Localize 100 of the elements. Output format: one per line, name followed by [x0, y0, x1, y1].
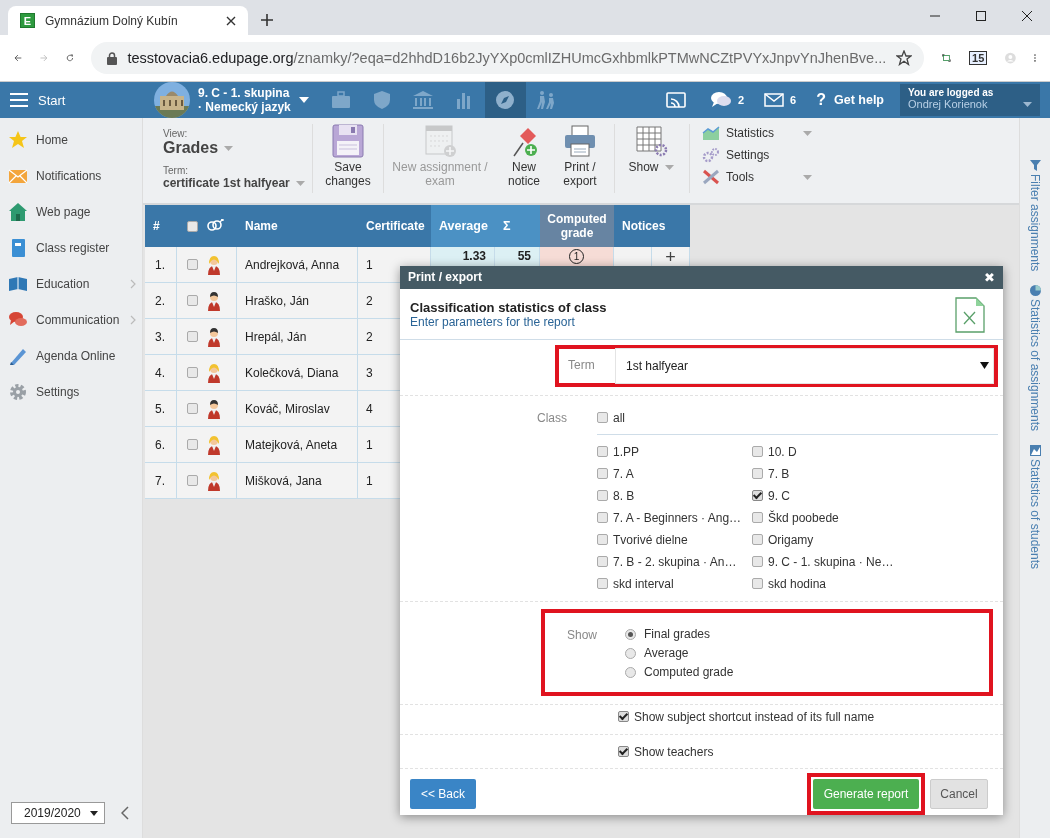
student-name[interactable]: Kolečková, Diana: [237, 355, 358, 391]
close-button[interactable]: ✖: [984, 269, 995, 285]
class-selector[interactable]: 9. C - 1. skupina · Nemecký jazyk: [198, 82, 309, 118]
column-header[interactable]: Computed grade: [540, 205, 614, 247]
student-name[interactable]: Hraško, Ján: [237, 283, 358, 319]
checkbox[interactable]: [187, 403, 198, 414]
side-panel-tab[interactable]: Statistics of students: [1028, 445, 1042, 570]
user-menu[interactable]: You are logged as Ondrej Korienok: [900, 84, 1040, 116]
checkbox[interactable]: [597, 534, 608, 545]
pin-tool-button[interactable]: New notice: [496, 124, 552, 203]
address-field[interactable]: tesstovacia6.edupage.org/znamky/?eqa=d2hhdD16b2JyYXp0cmlIZHUmcGxhbmlkPTMwNCZtPVYxJnpvYnJhenBve...: [91, 42, 925, 74]
checkbox[interactable]: [618, 711, 629, 722]
checkbox[interactable]: [187, 439, 198, 450]
calendar-icon: [422, 124, 458, 158]
login-caption: You are logged as: [908, 87, 995, 98]
option-label: 9. C: [768, 488, 790, 503]
gears-icon: [702, 147, 720, 163]
toolbar-menu-item[interactable]: Statistics: [702, 124, 812, 142]
checkbox[interactable]: [752, 468, 763, 479]
sidebar-item[interactable]: Communication: [0, 302, 142, 338]
sidebar-item[interactable]: Class register: [0, 230, 142, 266]
tools-icon: [702, 169, 720, 185]
checkbox[interactable]: [597, 468, 608, 479]
sidebar-item[interactable]: Home: [0, 122, 142, 158]
sidebar-item[interactable]: Web page: [0, 194, 142, 230]
printer-tool-button[interactable]: Print / export: [552, 124, 615, 193]
maximize-icon[interactable]: [975, 10, 987, 22]
messages-button[interactable]: 2: [699, 82, 755, 118]
sidebar-item[interactable]: Education: [0, 266, 142, 302]
checkbox[interactable]: [752, 556, 763, 567]
sidebar-item[interactable]: Agenda Online: [0, 338, 142, 374]
user-name: Ondrej Korienok: [908, 98, 988, 110]
mail-button[interactable]: 6: [754, 82, 807, 118]
student-name[interactable]: Matejková, Aneta: [237, 427, 358, 463]
option-label: 7. A - Beginners · Ang…: [613, 510, 742, 525]
column-header[interactable]: Certificate: [358, 205, 431, 247]
caret-icon: [90, 810, 98, 816]
star-icon[interactable]: [896, 50, 913, 66]
checkbox[interactable]: [187, 259, 198, 270]
checkbox[interactable]: [597, 490, 608, 501]
term-dropdown[interactable]: 1st halfyear: [615, 347, 994, 384]
checkbox[interactable]: [752, 446, 763, 457]
checkbox[interactable]: [597, 556, 608, 567]
checkbox[interactable]: [187, 295, 198, 306]
column-header[interactable]: Name: [237, 205, 358, 247]
floppy-tool-button[interactable]: Save changes: [313, 124, 384, 193]
grid-tool-button[interactable]: Show: [615, 124, 690, 193]
row-number: 6.: [145, 427, 177, 463]
row-number: 3.: [145, 319, 177, 355]
close-icon[interactable]: [1021, 10, 1033, 22]
checkbox[interactable]: [597, 578, 608, 589]
sidebar-item[interactable]: Settings: [0, 374, 142, 410]
term-select[interactable]: certificate 1st halfyear: [163, 176, 312, 190]
view-select[interactable]: Grades: [163, 139, 312, 157]
checkbox[interactable]: [597, 412, 608, 423]
checkbox[interactable]: [752, 534, 763, 545]
toolbar-menu-item[interactable]: Settings: [702, 146, 812, 164]
caret-icon: [980, 362, 989, 369]
student-name[interactable]: Mišková, Jana: [237, 463, 358, 499]
student-name[interactable]: Hrepál, Ján: [237, 319, 358, 355]
add-notice-button[interactable]: +: [665, 249, 676, 265]
checkbox[interactable]: [187, 331, 198, 342]
radio-button[interactable]: [625, 666, 636, 678]
student-name[interactable]: Kováč, Miroslav: [237, 391, 358, 427]
compass-icon[interactable]: [484, 82, 526, 118]
checkbox[interactable]: [752, 578, 763, 589]
checkbox[interactable]: [752, 512, 763, 523]
pen-icon: [8, 346, 28, 366]
collapse-icon[interactable]: [121, 806, 129, 820]
option-label: all: [613, 410, 625, 425]
side-panel-tab[interactable]: Filter assignments: [1028, 160, 1042, 272]
column-header[interactable]: Notices: [614, 205, 690, 247]
checkbox[interactable]: [187, 475, 198, 486]
year-select[interactable]: 2019/2020: [11, 802, 105, 824]
start-button[interactable]: Start: [0, 82, 140, 118]
radio-button[interactable]: [625, 647, 636, 659]
checkbox[interactable]: [752, 490, 763, 501]
checkbox[interactable]: [187, 367, 198, 378]
column-header[interactable]: #: [145, 205, 177, 247]
back-button[interactable]: << Back: [410, 779, 476, 809]
student-name[interactable]: Andrejková, Anna: [237, 247, 358, 283]
radio-button[interactable]: [625, 628, 636, 640]
close-icon[interactable]: [226, 15, 236, 26]
plus-icon[interactable]: [260, 13, 274, 27]
option-label: 8. B: [613, 488, 635, 503]
calendar-extension[interactable]: 15: [969, 51, 988, 65]
toolbar-menu-item[interactable]: Tools: [702, 168, 812, 186]
caret-icon: [224, 145, 234, 151]
checkbox[interactable]: [597, 512, 608, 523]
cast-icon[interactable]: [665, 92, 686, 108]
checkbox[interactable]: [618, 746, 629, 757]
help-button[interactable]: ? Get help: [806, 82, 894, 118]
checkbox[interactable]: [187, 220, 198, 232]
cancel-button[interactable]: Cancel: [930, 779, 988, 809]
side-panel-tab[interactable]: Statistics of assignments: [1028, 285, 1042, 432]
option-label: Show subject shortcut instead of its full name: [634, 709, 875, 724]
sidebar-item[interactable]: Notifications: [0, 158, 142, 194]
browser-tab[interactable]: E Gymnázium Dolný Kubín: [8, 6, 248, 35]
checkbox[interactable]: [597, 446, 608, 457]
row-number: 4.: [145, 355, 177, 391]
